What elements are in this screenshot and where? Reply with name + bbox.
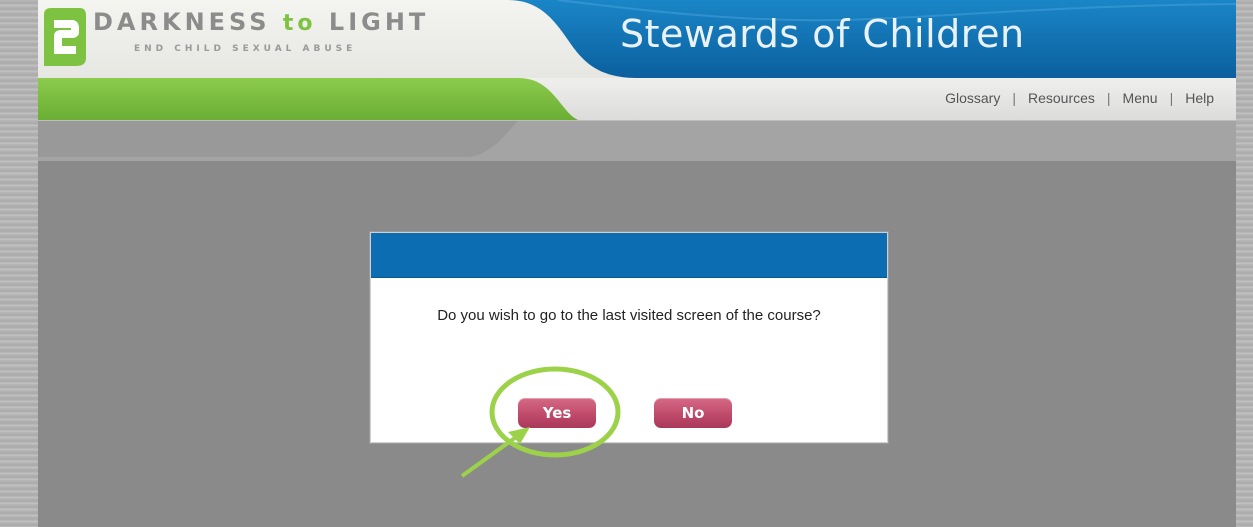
nav-glossary-link[interactable]: Glossary — [945, 90, 1000, 106]
right-border — [1236, 0, 1253, 527]
content-tab-shape — [38, 121, 518, 157]
nav-help-link[interactable]: Help — [1185, 90, 1214, 106]
brand-name-right: LIGHT — [328, 8, 430, 36]
course-title: Stewards of Children — [620, 12, 1025, 56]
left-border — [0, 0, 38, 527]
dialog-header-bar — [371, 233, 887, 278]
nav-resources-link[interactable]: Resources — [1028, 90, 1095, 106]
darkness-to-light-logo-icon — [44, 8, 86, 66]
brand-tagline: END CHILD SEXUAL ABUSE — [134, 44, 357, 54]
no-button[interactable]: No — [654, 398, 732, 428]
resume-dialog: Do you wish to go to the last visited sc… — [370, 232, 888, 443]
green-accent-bar — [38, 78, 578, 120]
nav-menu-link[interactable]: Menu — [1123, 90, 1158, 106]
nav-separator: | — [1106, 90, 1111, 106]
brand-name-middle: to — [282, 11, 317, 36]
nav-separator: | — [1012, 90, 1016, 106]
dialog-message: Do you wish to go to the last visited sc… — [437, 307, 821, 324]
course-window: DARKNESS to LIGHT END CHILD SEXUAL ABUSE… — [38, 0, 1236, 527]
brand-title: DARKNESS to LIGHT — [93, 8, 429, 36]
screenshot-stage: DARKNESS to LIGHT END CHILD SEXUAL ABUSE… — [0, 0, 1253, 527]
yes-button[interactable]: Yes — [518, 398, 596, 428]
nav-separator: | — [1169, 90, 1174, 106]
top-nav: Glossary | Resources | Menu | Help — [945, 90, 1214, 106]
brand-name-left: DARKNESS — [93, 8, 271, 36]
